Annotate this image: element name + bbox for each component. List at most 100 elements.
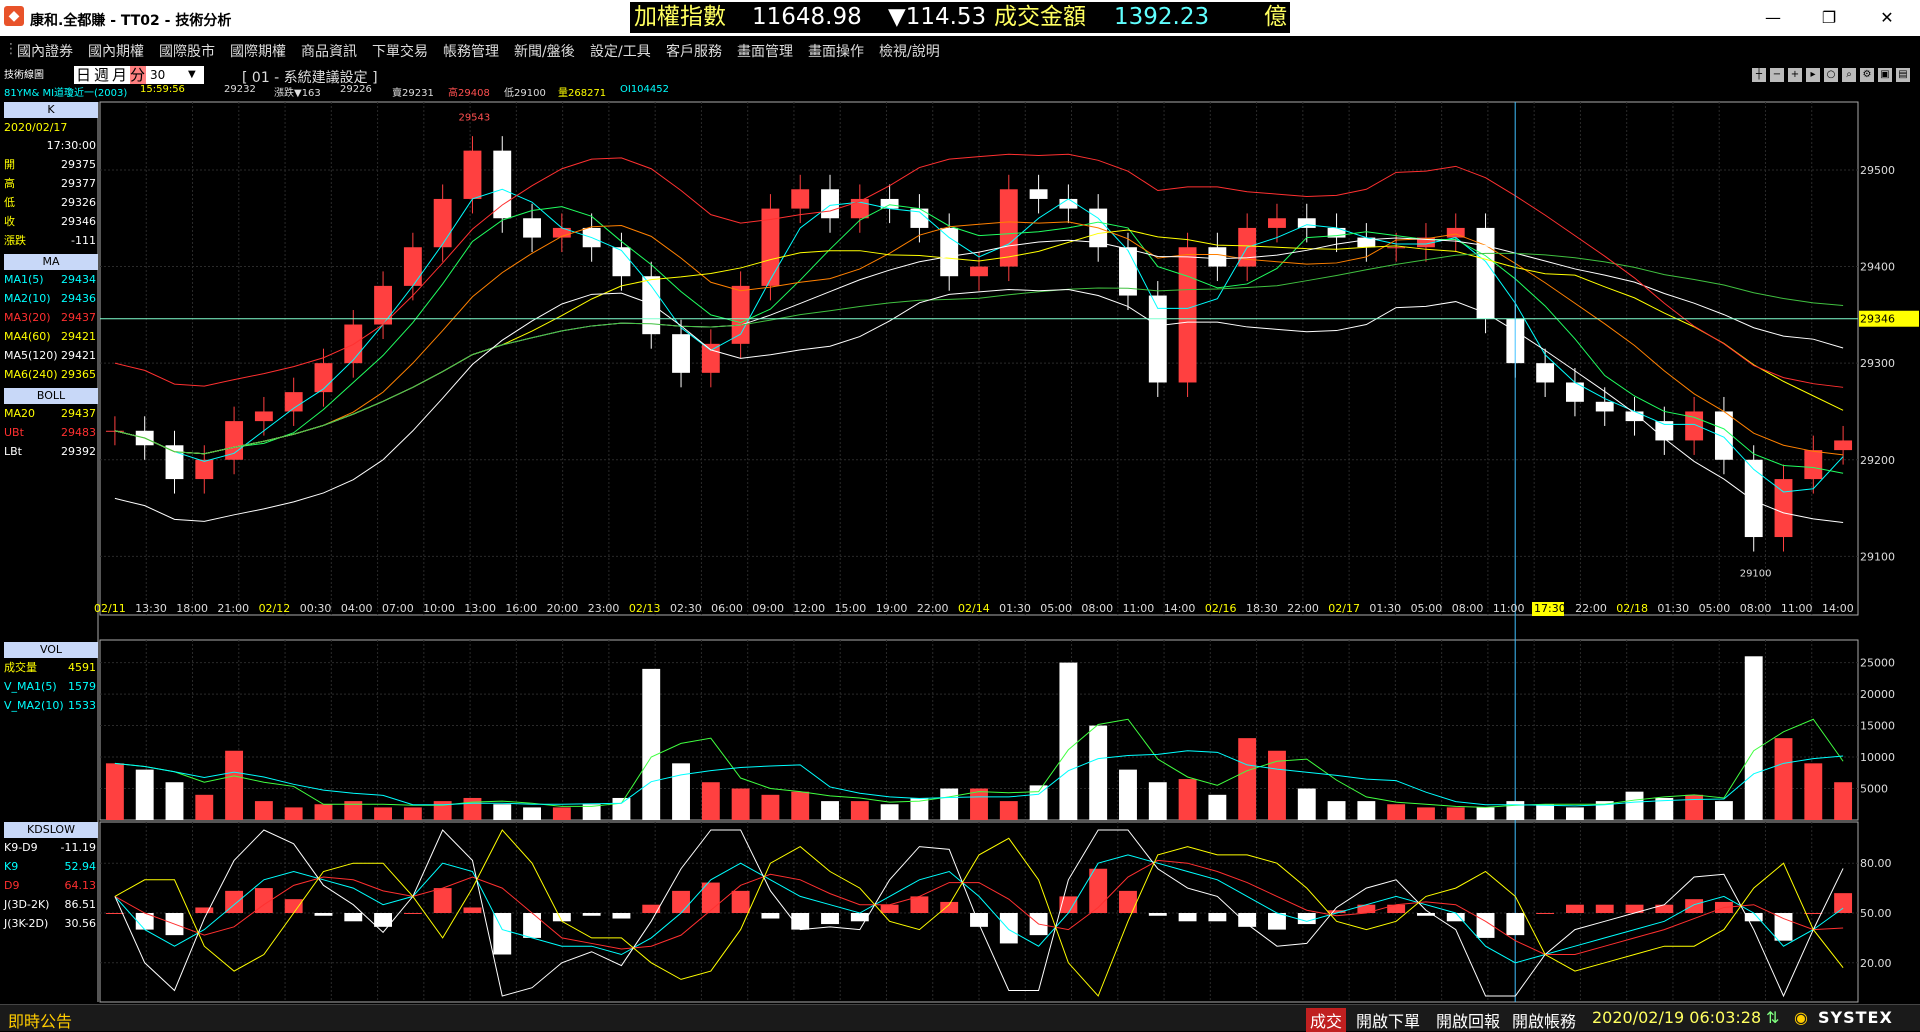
candle-body	[672, 334, 690, 373]
status-bar: 即時公告 成交 開啟下單 開啟回報 開啟帳務 2020/02/19 06:03:…	[0, 1004, 1920, 1032]
k-section-label: K	[4, 102, 98, 118]
candle-body	[1059, 198, 1078, 209]
volume-bar	[1417, 807, 1435, 820]
candle-body	[403, 247, 422, 286]
volume-bar	[1685, 794, 1704, 820]
kd-diff-bar	[1089, 868, 1108, 913]
kd-section-label: KDSLOW	[4, 822, 98, 838]
volume-bar	[1238, 738, 1257, 820]
kd-diff-bar	[463, 907, 482, 913]
vol-section-label: VOL	[4, 642, 98, 658]
volume-bar	[612, 797, 631, 820]
open-report-button[interactable]: 開啟回報	[1436, 1008, 1500, 1032]
candle-body	[1744, 459, 1763, 538]
kd-diff-bar	[1119, 890, 1137, 913]
time-axis-label: 02/14	[958, 602, 990, 615]
time-axis-label: 02/11	[94, 602, 126, 615]
kd-diff-bar	[493, 913, 512, 955]
kd-diff-row: K9-D9 -11.19	[4, 841, 96, 854]
kd-diff-bar	[1536, 913, 1555, 914]
kd-diff-bar	[642, 904, 661, 913]
open-order-button[interactable]: 開啟下單	[1356, 1008, 1420, 1032]
volume-bar	[1387, 804, 1406, 820]
boll-ub-row: UBt 29483	[4, 426, 96, 439]
time-axis-label: 01:30	[1657, 602, 1689, 615]
announcement-link[interactable]: 即時公告	[8, 1008, 72, 1032]
time-axis-label: 18:30	[1246, 602, 1278, 615]
volume-bar	[1506, 801, 1525, 820]
volume-bar	[433, 801, 452, 820]
volume-bar	[1089, 725, 1108, 820]
boll-ma20-row: MA20 29437	[4, 407, 96, 420]
open-account-button[interactable]: 開啟帳務	[1512, 1008, 1576, 1032]
time-axis-label: 08:00	[1740, 602, 1772, 615]
volume-bar	[1565, 807, 1584, 820]
ma4-row: MA4(60) 29421	[4, 330, 96, 343]
time-axis-label: 21:00	[217, 602, 249, 615]
time-axis-label: 05:00	[1699, 602, 1731, 615]
candle-body	[1476, 227, 1495, 319]
volume-bar	[314, 804, 333, 820]
time-axis-label: 05:00	[1411, 602, 1443, 615]
volume-bar	[225, 750, 244, 820]
kd-diff-bar	[1834, 893, 1853, 913]
tab-trade[interactable]: 成交	[1306, 1008, 1347, 1032]
time-axis-label: 12:00	[793, 602, 825, 615]
kd-diff-bar	[761, 913, 780, 919]
kd-diff-bar	[1238, 913, 1257, 927]
ohlc-open: 開 29375	[4, 158, 96, 171]
price-tick-label: 29500	[1860, 164, 1895, 177]
volume-bar	[1744, 656, 1763, 820]
ohlc-change: 漲跌 -111	[4, 234, 96, 247]
candle-body	[433, 198, 452, 248]
volume-tick-label: 5000	[1860, 783, 1888, 796]
candle-body	[463, 150, 482, 199]
kd-diff-bar	[284, 899, 303, 913]
candle-body	[314, 363, 333, 393]
bar-time: 17:30:00	[46, 139, 96, 152]
volume-bar	[1029, 785, 1048, 820]
candle-body	[195, 459, 214, 480]
time-axis-label: 07:00	[382, 602, 414, 615]
ma1-row: MA1(5) 29434	[4, 273, 96, 286]
kd-diff-bar	[523, 913, 541, 938]
time-axis-label: 22:00	[1575, 602, 1607, 615]
status-datetime: 2020/02/19 06:03:28	[1592, 1008, 1762, 1027]
time-axis-label: 22:00	[1287, 602, 1319, 615]
volume-bar	[672, 763, 690, 820]
candle-body	[731, 285, 750, 344]
volume-bar	[850, 801, 869, 820]
time-axis-label: 11:00	[1493, 602, 1525, 615]
systex-logo-icon: ◉	[1794, 1008, 1808, 1027]
volume-bar	[880, 804, 899, 820]
vol-row: 成交量 4591	[4, 661, 96, 674]
boll-lb-row: LBt 29392	[4, 445, 96, 458]
ma6-row: MA6(240) 29365	[4, 368, 96, 381]
price-tick-label: 29200	[1860, 454, 1895, 467]
bar-date: 2020/02/17	[4, 121, 68, 134]
time-axis-label: 02/13	[629, 602, 661, 615]
kd-diff-bar	[105, 913, 124, 914]
time-axis-label: 13:30	[135, 602, 167, 615]
time-axis-label: 11:00	[1781, 602, 1813, 615]
volume-bar	[1625, 791, 1644, 820]
volume-bar	[940, 788, 959, 820]
volume-bar	[1208, 794, 1227, 820]
candle-body	[791, 189, 810, 209]
chart-canvas[interactable]: 29100 29200 29300 29400 29500 29346 29543 29100…	[0, 0, 1920, 1004]
kd-diff-bar	[821, 913, 839, 925]
time-axis-label: 23:00	[588, 602, 620, 615]
kd-diff-bar	[433, 888, 452, 913]
time-axis-label: 14:00	[1822, 602, 1854, 615]
time-axis-label: 02/17	[1328, 602, 1360, 615]
candle-body	[1268, 218, 1286, 228]
time-axis-label: 09:00	[752, 602, 784, 615]
time-axis-label: 02:30	[670, 602, 702, 615]
candle-body	[642, 276, 661, 335]
vol-ma1-row: V_MA1(5) 1579	[4, 680, 96, 693]
kd-d-row: D9 64.13	[4, 879, 96, 892]
ohlc-low: 低 29326	[4, 196, 96, 209]
kd-diff-bar	[195, 907, 214, 913]
time-axis-label: 06:00	[711, 602, 743, 615]
kd-diff-bar	[1178, 913, 1197, 922]
